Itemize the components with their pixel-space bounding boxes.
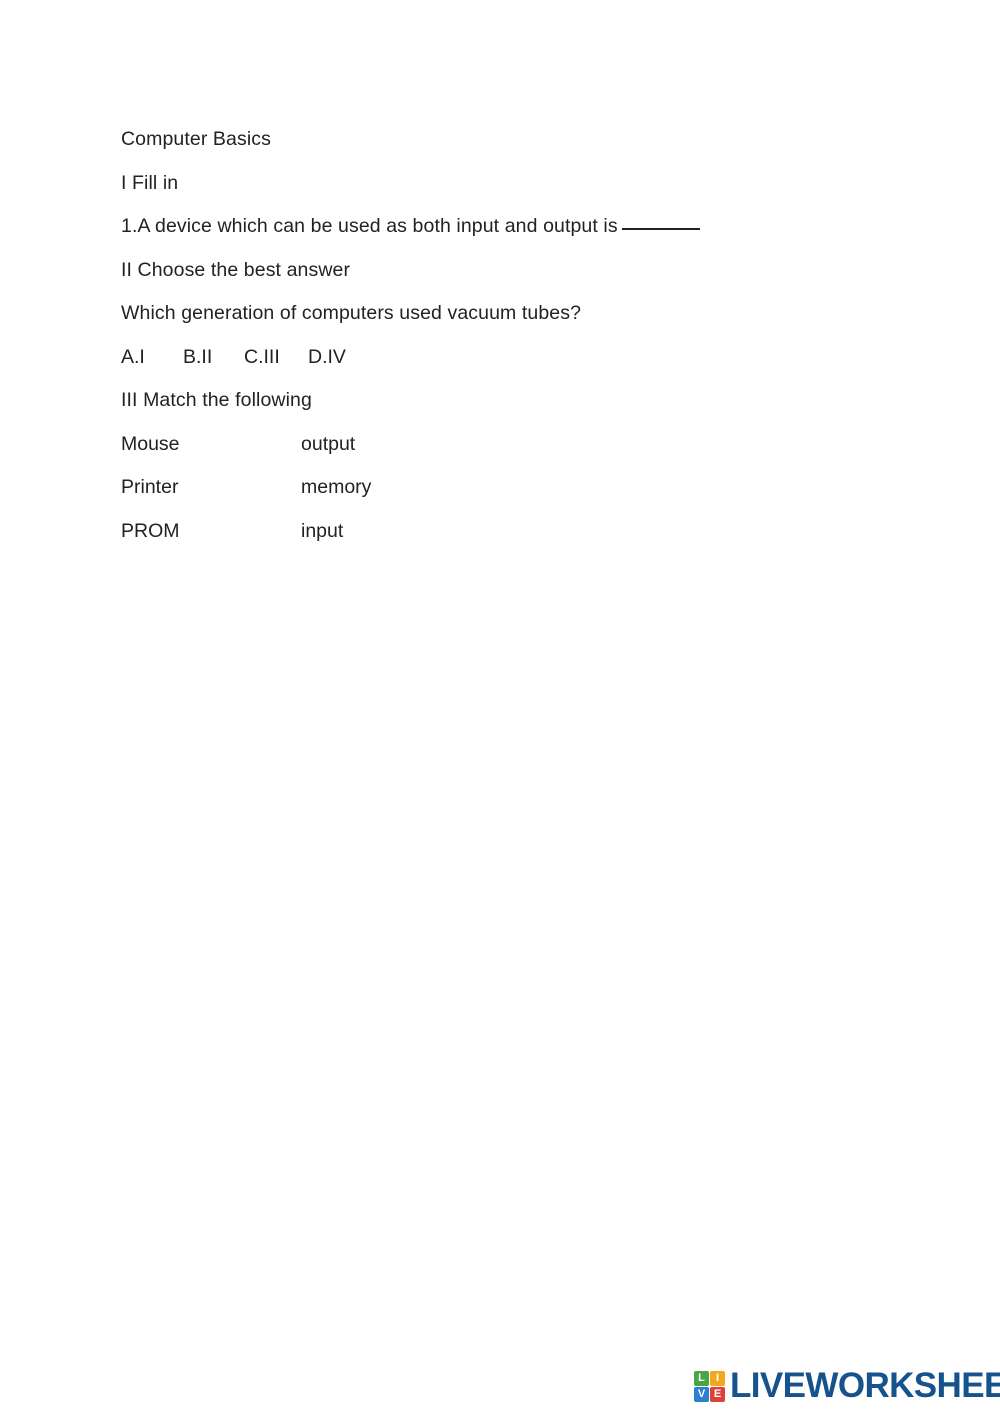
liveworksheets-wordmark: LIVEWORKSHEETS [730, 1366, 1000, 1405]
match-row: PROM input [121, 510, 941, 554]
match-left-item-1[interactable]: Mouse [121, 423, 301, 467]
multiple-choice-options: A.I B.II C.III D.IV [121, 336, 941, 380]
worksheet-page: Computer Basics I Fill in 1.A device whi… [0, 0, 1000, 1413]
section-heading-match-the-following: III Match the following [121, 389, 312, 411]
liveworksheets-logo[interactable]: L I V E LIVEWORKSHEETS [694, 1366, 1000, 1406]
section-heading-fill-in: I Fill in [121, 171, 179, 194]
match-left-item-3[interactable]: PROM [121, 510, 301, 554]
multiple-choice-question: Which generation of computers used vacuu… [121, 302, 582, 324]
match-row: Mouse output [121, 423, 941, 467]
logo-cell-v: V [694, 1386, 709, 1402]
worksheet-content: Computer Basics I Fill in 1.A device whi… [121, 118, 941, 553]
mcq-option-b[interactable]: B.II [183, 336, 244, 380]
match-right-item-3[interactable]: input [301, 510, 343, 554]
mcq-option-c[interactable]: C.III [244, 336, 308, 380]
mcq-option-a[interactable]: A.I [121, 336, 183, 380]
logo-cell-i: I [710, 1370, 725, 1386]
match-left-item-2[interactable]: Printer [121, 466, 301, 510]
worksheet-title: Computer Basics [121, 128, 271, 150]
logo-cell-e: E [710, 1386, 725, 1402]
liveworksheets-mark-icon: L I V E [694, 1370, 725, 1402]
logo-cell-l: L [694, 1370, 709, 1386]
fill-in-question: 1.A device which can be used as both inp… [121, 205, 941, 249]
fill-in-question-text: 1.A device which can be used as both inp… [121, 215, 618, 237]
section-heading-choose-best-answer: II Choose the best answer [121, 258, 351, 281]
match-right-item-1[interactable]: output [301, 423, 355, 467]
match-right-item-2[interactable]: memory [301, 466, 371, 510]
match-row: Printer memory [121, 466, 941, 510]
mcq-option-d[interactable]: D.IV [308, 336, 346, 380]
fill-in-blank[interactable] [621, 228, 700, 230]
